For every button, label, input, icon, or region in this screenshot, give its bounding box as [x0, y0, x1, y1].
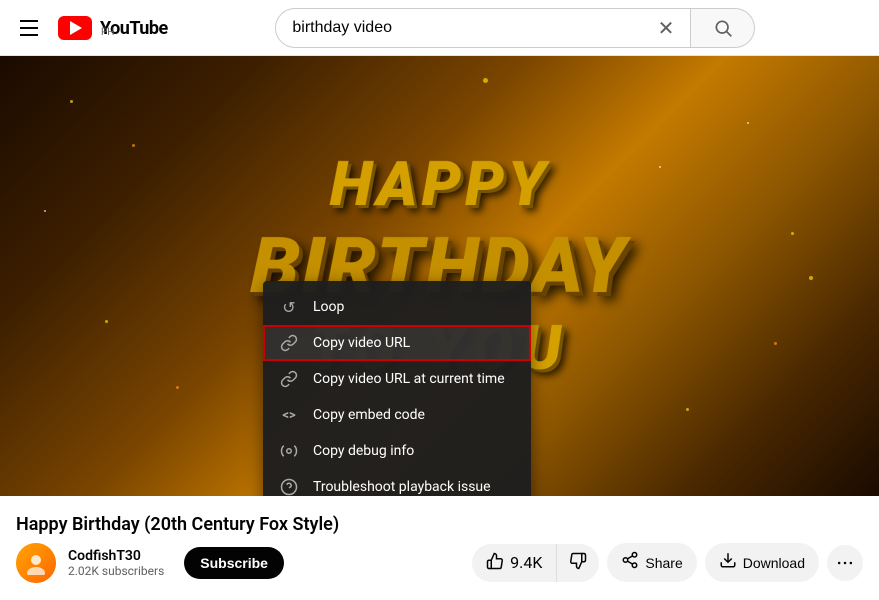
avatar[interactable]: [16, 543, 56, 583]
channel-row: CodfishT30 2.02K subscribers Subscribe 9…: [16, 543, 863, 583]
video-text-happy: HAPPY: [329, 148, 551, 221]
youtube-country: PH: [101, 27, 168, 38]
video-title-row: Happy Birthday (20th Century Fox Style): [16, 514, 863, 535]
troubleshoot-icon: [279, 477, 299, 496]
copy-debug-icon: [279, 441, 299, 461]
youtube-play-icon: [70, 21, 82, 35]
menu-item-troubleshoot-label: Troubleshoot playback issue: [313, 479, 491, 495]
more-icon: [835, 553, 855, 573]
menu-item-copy-debug-label: Copy debug info: [313, 443, 414, 459]
menu-item-copy-url-time-label: Copy video URL at current time: [313, 371, 505, 387]
copy-url-icon: [279, 333, 299, 353]
channel-subscribers: 2.02K subscribers: [68, 564, 164, 578]
youtube-logo[interactable]: YouTube PH: [58, 16, 168, 40]
download-label: Download: [743, 555, 805, 571]
menu-item-loop-label: Loop: [313, 299, 344, 315]
menu-item-copy-embed-label: Copy embed code: [313, 407, 425, 423]
video-title: Happy Birthday (20th Century Fox Style): [16, 514, 339, 535]
like-dislike-group: 9.4K: [472, 544, 599, 582]
share-label: Share: [645, 555, 682, 571]
dislike-button[interactable]: [557, 544, 599, 582]
search-input-wrapper: ✕: [275, 8, 691, 48]
search-clear-icon[interactable]: ✕: [658, 16, 675, 40]
actions-right: 9.4K: [472, 543, 863, 582]
like-icon: [486, 552, 504, 574]
video-player[interactable]: HAPPY BIRTHDAY TO YOU ↺ Loop Copy video …: [0, 56, 879, 496]
share-icon: [621, 551, 639, 574]
like-count: 9.4K: [510, 553, 542, 572]
menu-item-copy-url-time[interactable]: Copy video URL at current time: [263, 361, 531, 397]
search-button[interactable]: [691, 8, 755, 48]
download-icon: [719, 551, 737, 574]
menu-item-copy-url-label: Copy video URL: [313, 335, 410, 351]
hamburger-menu[interactable]: [16, 16, 42, 40]
copy-embed-icon: <>: [279, 405, 299, 425]
bottom-bar: Happy Birthday (20th Century Fox Style) …: [0, 496, 879, 600]
copy-url-time-icon: [279, 369, 299, 389]
header: YouTube PH ✕: [0, 0, 879, 56]
search-input[interactable]: [292, 19, 649, 37]
avatar-inner: [16, 543, 56, 583]
channel-info: CodfishT30 2.02K subscribers: [68, 548, 164, 578]
loop-icon: ↺: [279, 297, 299, 317]
context-menu: ↺ Loop Copy video URL Copy video URL at …: [263, 281, 531, 496]
menu-item-troubleshoot[interactable]: Troubleshoot playback issue: [263, 469, 531, 496]
menu-item-loop[interactable]: ↺ Loop: [263, 289, 531, 325]
download-button[interactable]: Download: [705, 543, 819, 582]
more-button[interactable]: [827, 545, 863, 581]
youtube-wordmark: YouTube PH: [100, 18, 168, 38]
menu-item-copy-debug[interactable]: Copy debug info: [263, 433, 531, 469]
header-left: YouTube PH: [16, 16, 168, 40]
like-button[interactable]: 9.4K: [472, 544, 557, 582]
menu-item-copy-url[interactable]: Copy video URL: [263, 325, 531, 361]
menu-item-copy-embed[interactable]: <> Copy embed code: [263, 397, 531, 433]
subscribe-button[interactable]: Subscribe: [184, 547, 284, 579]
avatar-icon: [24, 551, 48, 575]
share-button[interactable]: Share: [607, 543, 696, 582]
channel-name[interactable]: CodfishT30: [68, 548, 164, 564]
search-bar: ✕: [275, 8, 755, 48]
youtube-icon: [58, 16, 92, 40]
